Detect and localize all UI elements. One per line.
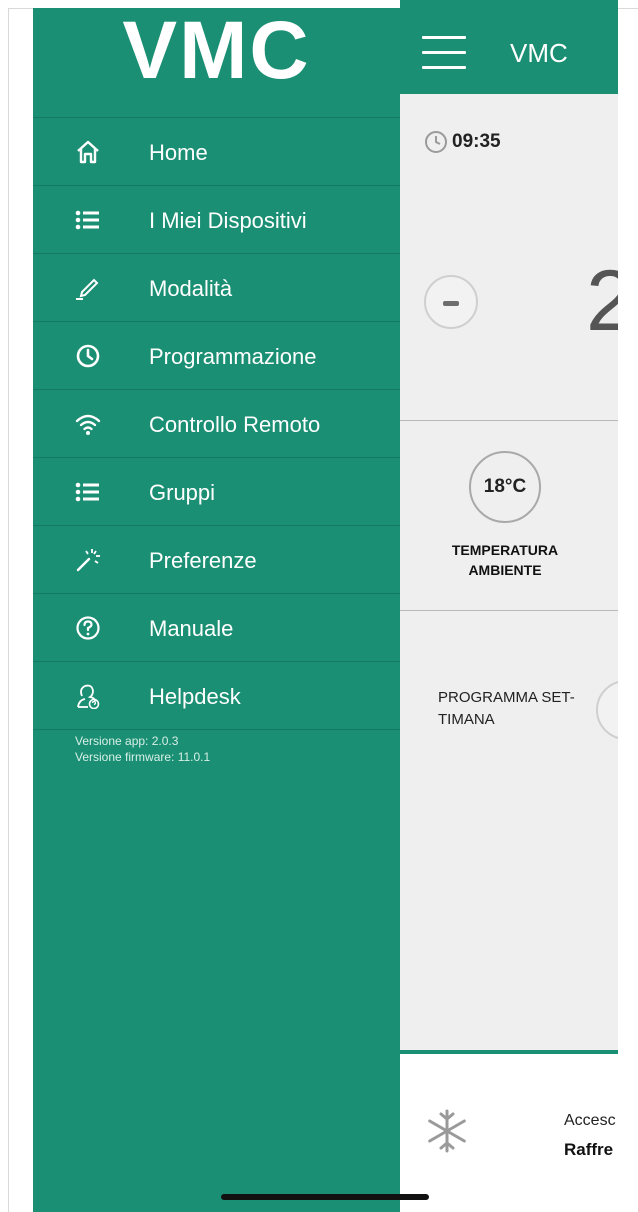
room-temperature-value: 18°C <box>469 451 541 523</box>
main-content: VMC 09:35 2 18°C TEMPERATURA AMBIENTE PR… <box>400 0 618 1212</box>
menu-item-preferences[interactable]: Preferenze <box>33 526 400 594</box>
firmware-version: Versione firmware: 11.0.1 <box>75 750 211 764</box>
menu-label: I Miei Dispositivi <box>149 208 307 233</box>
magic-wand-icon <box>76 549 100 572</box>
list-icon <box>75 210 99 230</box>
menu-item-remote-control[interactable]: Controllo Remoto <box>33 390 400 458</box>
weekly-program-label: PROGRAMMA SET- TIMANA <box>438 689 575 728</box>
menu-item-manual[interactable]: Manuale <box>33 594 400 662</box>
menu-toggle-icon[interactable] <box>422 36 466 70</box>
menu-label: Preferenze <box>149 548 257 573</box>
menu-label: Modalità <box>149 276 233 301</box>
home-indicator[interactable] <box>221 1194 429 1200</box>
weekly-program-panel: PROGRAMMA SET- TIMANA <box>400 611 618 1051</box>
app-version: Versione app: 2.0.3 <box>75 734 179 748</box>
menu-item-mode[interactable]: Modalità <box>33 254 400 322</box>
time-row: 09:35 <box>424 130 501 154</box>
app-header: VMC <box>400 0 618 94</box>
menu-item-groups[interactable]: Gruppi <box>33 458 400 526</box>
clock-icon <box>76 344 100 368</box>
weekly-program-button[interactable] <box>596 680 618 740</box>
setpoint-panel: 09:35 2 <box>400 94 618 421</box>
clock-icon <box>425 131 447 153</box>
snowflake-icon <box>428 1109 466 1153</box>
menu-item-programming[interactable]: Programmazione <box>33 322 400 390</box>
menu-label: Programmazione <box>149 344 317 369</box>
menu-item-devices[interactable]: I Miei Dispositivi <box>33 186 400 254</box>
side-drawer: VMC Home I Miei Dispositivi Modalità Pro… <box>33 5 400 1212</box>
menu-label: Gruppi <box>149 480 216 505</box>
menu-label: Controllo Remoto <box>149 412 321 437</box>
menu-label: Helpdesk <box>149 684 241 709</box>
menu-label: Home <box>149 140 208 165</box>
menu-item-home[interactable]: Home <box>33 118 400 186</box>
drawer-menu: Home I Miei Dispositivi Modalità Program… <box>33 117 400 730</box>
list-icon <box>75 482 99 502</box>
status-bar: Accesc Raffre <box>400 1054 618 1212</box>
menu-label: Manuale <box>149 616 234 641</box>
pencil-icon <box>76 278 99 300</box>
status-line-2: Raffre <box>564 1140 614 1159</box>
decrease-setpoint-button[interactable] <box>424 275 478 329</box>
status-line-1: Accesc <box>564 1112 616 1129</box>
drawer-logo: VMC <box>122 5 311 96</box>
current-time: 09:35 <box>452 131 501 152</box>
home-icon <box>77 140 99 164</box>
helpdesk-icon <box>77 684 100 709</box>
room-temperature-panel: 18°C TEMPERATURA AMBIENTE <box>400 421 618 611</box>
version-info: Versione app: 2.0.3 Versione firmware: 1… <box>75 733 210 765</box>
room-temperature-label: TEMPERATURA AMBIENTE <box>451 542 559 578</box>
setpoint-value: 2 <box>586 253 618 349</box>
help-icon <box>76 616 100 640</box>
header-title: VMC <box>510 38 568 68</box>
menu-item-helpdesk[interactable]: Helpdesk <box>33 662 400 730</box>
wifi-icon <box>75 414 101 435</box>
